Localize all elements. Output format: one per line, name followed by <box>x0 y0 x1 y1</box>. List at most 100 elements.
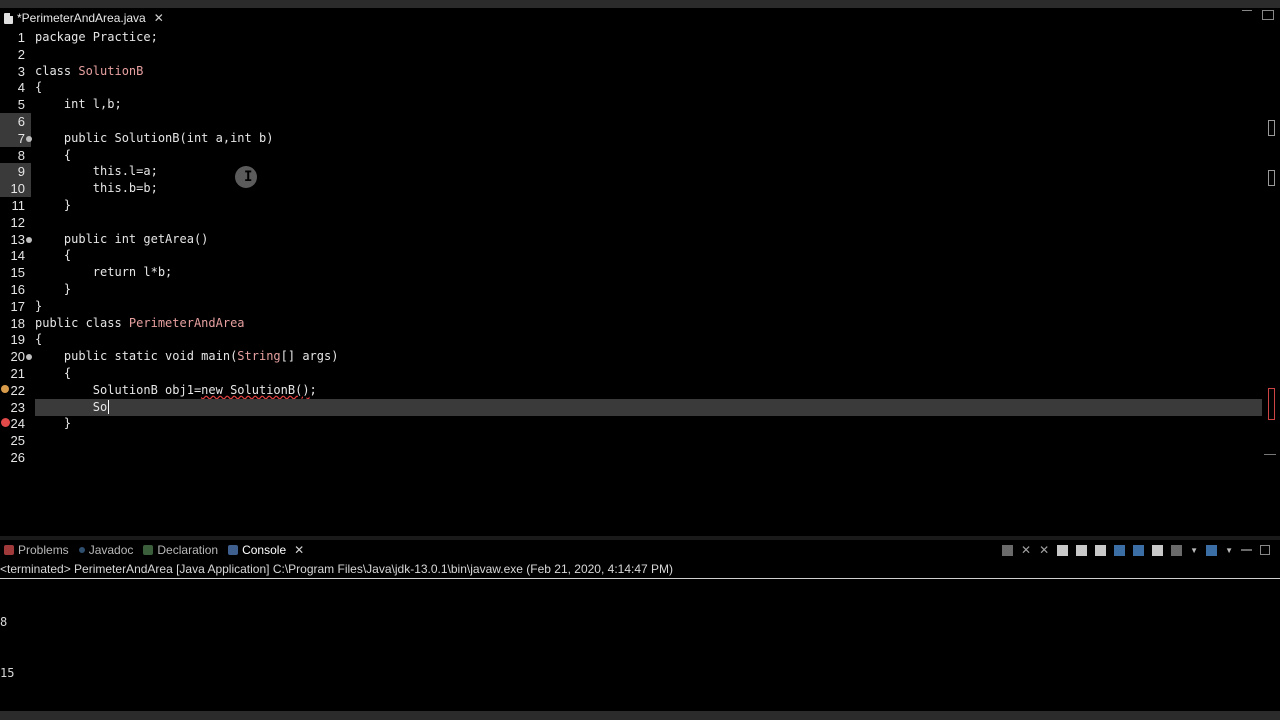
remove-all-terminated-icon[interactable]: ✕ <box>1039 544 1049 556</box>
code-line[interactable]: 1 package Practice; <box>0 29 1262 46</box>
minimize-icon[interactable] <box>1242 10 1252 19</box>
fold-toggle-icon[interactable] <box>26 236 32 243</box>
terminate-icon[interactable] <box>1002 544 1014 556</box>
code-line[interactable]: 18 public class PerimeterAndArea <box>0 315 1262 332</box>
close-icon[interactable]: ✕ <box>294 543 304 557</box>
fold-toggle-icon[interactable] <box>26 135 32 142</box>
code-line[interactable]: 4{ <box>0 79 1262 96</box>
line-number: 22 <box>10 382 25 398</box>
code-text: { <box>35 366 72 380</box>
java-file-icon <box>4 12 13 24</box>
code-text: return l*b; <box>35 265 173 280</box>
code-line[interactable]: 6 <box>0 113 1262 130</box>
line-number: 24 <box>10 416 25 432</box>
code-line[interactable]: 8 { <box>0 147 1262 164</box>
text-caret <box>108 400 110 415</box>
code-text: { <box>35 80 43 95</box>
line-number: 14 <box>10 248 25 264</box>
code-line[interactable]: 19 { <box>0 331 1262 348</box>
line-number: 5 <box>17 97 25 113</box>
line-number: 13 <box>10 231 25 247</box>
console-output[interactable]: 8 15 <box>0 580 14 699</box>
show-on-error-icon[interactable] <box>1133 544 1145 556</box>
tab-label: Declaration <box>157 543 219 557</box>
code-line[interactable]: 2 <box>0 46 1262 63</box>
code-line[interactable]: 17} <box>0 298 1262 315</box>
line-number: 12 <box>10 214 25 230</box>
minimize-icon[interactable] <box>1241 549 1252 551</box>
code-line[interactable]: 23 So <box>0 398 1262 416</box>
console-output-line: 15 <box>0 666 15 680</box>
problems-icon <box>4 545 14 555</box>
ruler-tick <box>1264 454 1276 455</box>
tab-javadoc[interactable]: Javadoc <box>75 540 140 560</box>
maximize-icon[interactable] <box>1262 10 1274 20</box>
open-console-icon[interactable] <box>1206 544 1218 556</box>
line-number: 6 <box>17 114 25 129</box>
code-text: { <box>35 248 72 263</box>
overview-ruler[interactable] <box>1262 28 1280 534</box>
ruler-error-marker[interactable] <box>1268 388 1275 420</box>
chevron-down-icon[interactable]: ▼ <box>1190 546 1198 555</box>
editor-window-controls <box>1242 10 1274 20</box>
code-text: this.l=a; <box>35 164 158 179</box>
maximize-icon[interactable] <box>1260 545 1270 555</box>
code-line[interactable]: 14 { <box>0 247 1262 264</box>
code-text: public class PerimeterAndArea <box>35 315 245 330</box>
code-line[interactable]: 9 this.l=a; <box>0 163 1262 181</box>
fold-toggle-icon[interactable] <box>26 354 32 361</box>
code-line[interactable]: 7 public SolutionB(int a,int b) <box>0 129 1262 147</box>
code-line[interactable]: 26 <box>0 449 1262 466</box>
line-number: 15 <box>10 265 25 281</box>
word-wrap-icon[interactable] <box>1095 544 1107 556</box>
editor-tab-perimeterandarea[interactable]: *PerimeterAndArea.java ✕ <box>0 8 172 28</box>
tab-label: Javadoc <box>88 543 134 557</box>
code-line[interactable]: 16 } <box>0 281 1262 298</box>
code-text: So <box>35 399 110 415</box>
code-line[interactable]: 13 public int getArea() <box>0 231 1262 248</box>
code-text: } <box>35 282 72 296</box>
line-number: 2 <box>17 46 25 62</box>
scroll-lock-icon[interactable] <box>1076 544 1088 556</box>
code-line[interactable]: 22 SolutionB obj1=new SolutionB(); <box>0 382 1262 399</box>
code-line[interactable]: 25 <box>0 432 1262 449</box>
code-line[interactable]: 20 public static void main(String[] args… <box>0 348 1262 365</box>
line-number: 9 <box>17 164 25 180</box>
remove-launch-icon[interactable]: ✕ <box>1021 544 1031 556</box>
tab-console[interactable]: Console ✕ <box>224 540 310 560</box>
close-icon[interactable]: ✕ <box>154 11 164 25</box>
code-line[interactable]: 24 } <box>0 415 1262 432</box>
line-number: 10 <box>10 181 25 197</box>
code-line[interactable]: 11 } <box>0 197 1262 214</box>
code-text: int l,b; <box>35 97 122 112</box>
code-text: public SolutionB(int a,int b) <box>35 130 274 145</box>
code-line[interactable]: 3 class SolutionB <box>0 63 1262 80</box>
code-line[interactable]: 5 int l,b; <box>0 96 1262 113</box>
code-editor[interactable]: 1 package Practice; 2 3 class SolutionB 4{5 i… <box>0 28 1270 534</box>
ruler-marker[interactable] <box>1268 170 1275 186</box>
code-text: } <box>35 298 43 313</box>
pin-console-icon[interactable] <box>1152 544 1164 556</box>
console-icon <box>228 545 239 555</box>
code-line[interactable]: 10 this.b=b; <box>0 180 1262 198</box>
tab-declaration[interactable]: Declaration <box>139 540 224 560</box>
code-line[interactable]: 15 return l*b; <box>0 264 1262 281</box>
console-toolbar: ✕ ✕ ▼ ▼ <box>1002 540 1270 560</box>
tab-problems[interactable]: Problems <box>0 540 75 560</box>
code-text: class SolutionB <box>35 63 144 78</box>
line-number: 16 <box>10 282 25 297</box>
chevron-down-icon[interactable]: ▼ <box>1225 546 1233 555</box>
code-line[interactable]: 12 <box>0 214 1262 231</box>
line-number: 1 <box>17 30 25 45</box>
clear-console-icon[interactable] <box>1057 544 1069 556</box>
show-on-output-icon[interactable] <box>1114 544 1126 556</box>
mouse-ibeam-cursor-icon: I <box>235 166 257 188</box>
code-line[interactable]: 21 { <box>0 365 1262 382</box>
line-number: 21 <box>10 366 25 381</box>
ruler-marker[interactable] <box>1268 120 1275 136</box>
code-text: } <box>35 416 72 431</box>
display-console-icon[interactable] <box>1171 544 1183 556</box>
line-number: 11 <box>11 198 26 213</box>
declaration-icon <box>143 545 154 555</box>
code-text: this.b=b; <box>35 181 158 196</box>
